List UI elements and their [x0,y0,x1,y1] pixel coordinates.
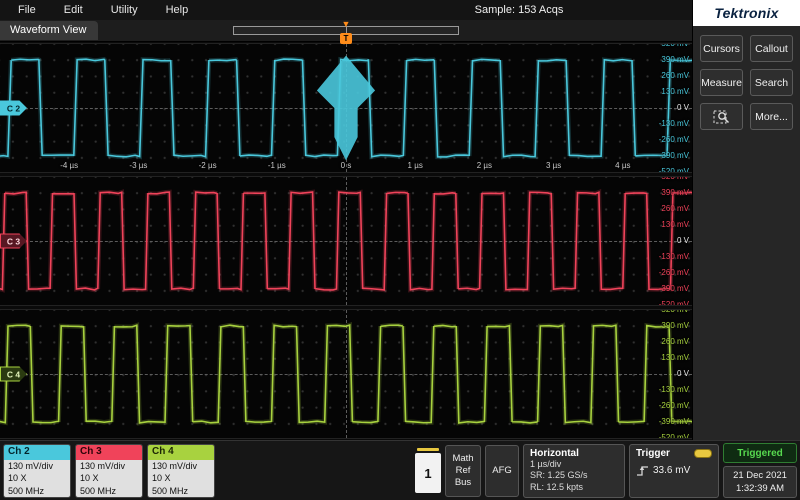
plot-channel-4[interactable]: 520 mV390 mV260 mV130 mV0 V-130 mV-260 m… [0,309,692,439]
menu-help[interactable]: Help [152,4,203,16]
horizontal-title: Horizontal [530,448,618,459]
horizontal-scale: 1 µs/div [530,459,618,471]
afg-marker-line [417,448,439,451]
zoom-area-icon [713,109,731,125]
rising-edge-icon [636,464,649,477]
ch2-bandwidth: 500 MHz [8,485,66,498]
horizontal-panel[interactable]: Horizontal 1 µs/div SR: 1.25 GS/s RL: 12… [523,444,625,498]
ch3-probe: 10 X [80,472,138,485]
date-text: 21 Dec 2021 [724,469,796,482]
plot-channel-3[interactable]: 520 mV390 mV260 mV130 mV0 V-130 mV-260 m… [0,176,692,306]
trigger-arrow-icon: ▼ [340,20,352,28]
ch4-bandwidth: 500 MHz [152,485,210,498]
waveform-trace [0,192,692,290]
waveform-trace [0,325,692,423]
menu-utility[interactable]: Utility [97,4,152,16]
trigger-status-badge: Triggered [723,443,797,463]
channel-2-label: Ch 2 [4,445,70,460]
record-length: RL: 12.5 kpts [530,482,618,494]
plot-channel-2[interactable]: 520 mV390 mV260 mV130 mV0 V-130 mV-260 m… [0,43,692,173]
waveform-view-title: Waveform View [0,21,98,40]
zoom-factor-button[interactable]: 1 [415,453,441,493]
cursors-button[interactable]: Cursors [700,35,743,62]
zoom-factor-group: 1 [415,448,441,493]
sample-rate: SR: 1.25 GS/s [530,470,618,482]
ref-label: Ref [456,465,471,477]
datetime-display: 21 Dec 2021 1:32:39 AM [723,466,797,498]
menu-file[interactable]: File [0,4,50,16]
pin-icon[interactable] [0,44,692,172]
menubar: File Edit Utility Help Sample: 153 Acqs [0,0,692,20]
trigger-panel[interactable]: Trigger 33.6 mV [629,444,719,498]
waveform-trace [0,192,692,290]
right-panel: Tektronix Cursors Callout Measure Search… [692,0,800,440]
channel-4-badge[interactable]: Ch 4 130 mV/div 10 X 500 MHz [147,444,215,498]
oscilloscope-app: File Edit Utility Help Sample: 153 Acqs … [0,0,800,500]
trigger-source-indicator [694,449,712,458]
afg-button[interactable]: AFG [485,445,519,497]
ch4-probe: 10 X [152,472,210,485]
measure-button[interactable]: Measure [700,69,743,96]
right-panel-buttons: Cursors Callout Measure Search More... [693,26,800,139]
math-label: Math [452,453,473,465]
tektronix-logo: Tektronix [714,5,778,21]
ch3-bandwidth: 500 MHz [80,485,138,498]
zoom-area-button[interactable] [700,103,743,130]
waveform-svg-ch3 [0,177,692,305]
ch2-scale: 130 mV/div [8,460,66,473]
ch2-probe: 10 X [8,472,66,485]
waveform-svg-ch4 [0,310,692,438]
more-button[interactable]: More... [750,103,793,130]
time-text: 1:32:39 AM [724,482,796,495]
trigger-level: 33.6 mV [653,465,690,476]
search-button[interactable]: Search [750,69,793,96]
afg-label: AFG [492,465,512,477]
bus-label: Bus [455,477,471,489]
trigger-title: Trigger [636,448,670,459]
waveform-view-header: Waveform View ▼ T [0,20,692,42]
waveform-plots: 520 mV390 mV260 mV130 mV0 V-130 mV-260 m… [0,42,692,440]
bottom-bar: Ch 2 130 mV/div 10 X 500 MHz Ch 3 130 mV… [0,440,800,500]
ch4-scale: 130 mV/div [152,460,210,473]
channel-3-badge[interactable]: Ch 3 130 mV/div 10 X 500 MHz [75,444,143,498]
trigger-position-marker[interactable]: ▼ T [340,20,352,46]
menu-edit[interactable]: Edit [50,4,97,16]
brand-strip: Tektronix [693,0,800,26]
waveform-trace [0,325,692,423]
math-ref-bus-button[interactable]: Math Ref Bus [445,445,481,497]
callout-button[interactable]: Callout [750,35,793,62]
trigger-t-icon: T [340,33,352,44]
status-column: Triggered 21 Dec 2021 1:32:39 AM [723,443,797,498]
channel-4-label: Ch 4 [148,445,214,460]
ch3-scale: 130 mV/div [80,460,138,473]
acquisition-status: Sample: 153 Acqs [475,4,564,16]
channel-2-badge[interactable]: Ch 2 130 mV/div 10 X 500 MHz [3,444,71,498]
channel-3-label: Ch 3 [76,445,142,460]
